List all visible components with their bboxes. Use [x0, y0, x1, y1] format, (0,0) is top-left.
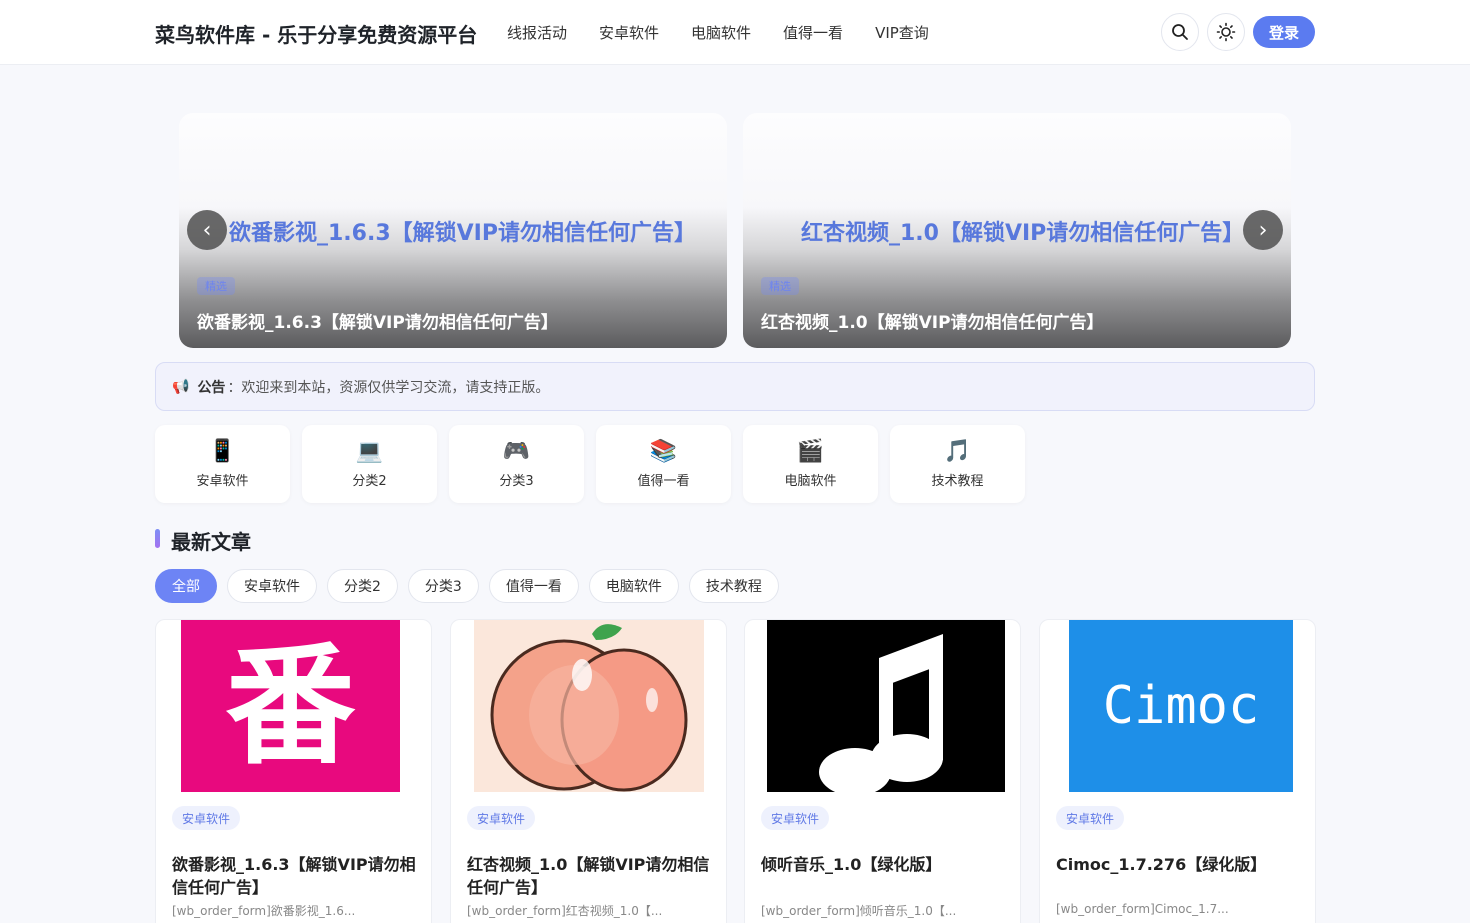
article-thumbnail — [767, 620, 1005, 796]
article-excerpt: [wb_order_form]倾听音乐_1.0【... — [761, 904, 957, 918]
article-excerpt: [wb_order_form]欲番影视_1.6... — [172, 904, 356, 918]
article-thumbnail: 番 — [181, 620, 400, 792]
search-icon — [1172, 24, 1188, 40]
article-card[interactable]: 安卓软件 红杏视频_1.0【解锁VIP请勿相信任何广告】 [wb_order_f… — [450, 619, 727, 923]
carousel-next-button[interactable]: › — [1243, 210, 1283, 250]
category-name: 安卓软件 — [196, 473, 249, 489]
article-title[interactable]: 红杏视频_1.0【解锁VIP请勿相信任何广告】 — [467, 853, 713, 899]
carousel-prev-button[interactable]: ‹ — [187, 210, 227, 250]
megaphone-icon: 📢 — [172, 378, 190, 395]
announcement-bar: 📢 公告 ：欢迎来到本站，资源仅供学习交流，请支持正版。 — [155, 362, 1315, 411]
category-name: 电脑软件 — [784, 473, 837, 489]
article-category-tag[interactable]: 安卓软件 — [761, 806, 830, 830]
phone-icon: 📱 — [208, 438, 237, 464]
announcement-text: ：欢迎来到本站，资源仅供学习交流，请支持正版。 — [227, 379, 550, 396]
tab-cat3[interactable]: 分类3 — [407, 569, 479, 603]
tab-pc[interactable]: 电脑软件 — [588, 569, 679, 603]
slide-headline: 红杏视频_1.0【解锁VIP请勿相信任何广告】 — [801, 221, 1245, 246]
music-note-icon — [819, 634, 943, 796]
category-grid: 📱 安卓软件 💻 分类2 🎮 分类3 📚 值得一看 🎬 电脑软件 🎵 技术教程 — [155, 425, 1025, 503]
article-category-tag[interactable]: 安卓软件 — [467, 806, 536, 830]
books-icon: 📚 — [649, 438, 678, 464]
article-thumbnail: Cimoc — [1069, 620, 1293, 792]
category-card-android[interactable]: 📱 安卓软件 — [155, 425, 290, 503]
carousel-slide[interactable]: 红杏视频_1.0【解锁VIP请勿相信任何广告】 精选 红杏视频_1.0【解锁VI… — [743, 113, 1291, 348]
site-title[interactable]: 菜鸟软件库 - 乐于分享免费资源平台 — [155, 19, 477, 48]
tab-worth-seeing[interactable]: 值得一看 — [488, 569, 579, 603]
slide-tag: 精选 — [197, 277, 235, 295]
nav-item-worth-seeing[interactable]: 值得一看 — [783, 22, 843, 43]
article-card[interactable]: 番 安卓软件 欲番影视_1.6.3【解锁VIP请勿相信任何广告】 [wb_ord… — [155, 619, 432, 923]
filter-tabs: 全部 安卓软件 分类2 分类3 值得一看 电脑软件 技术教程 — [155, 569, 779, 603]
article-category-tag[interactable]: 安卓软件 — [172, 806, 241, 830]
gamepad-icon: 🎮 — [502, 438, 531, 464]
article-excerpt: [wb_order_form]红杏视频_1.0【... — [467, 904, 663, 918]
main-nav: 线报活动 安卓软件 电脑软件 值得一看 VIP查询 — [507, 22, 929, 43]
category-name: 技术教程 — [931, 473, 984, 489]
clapperboard-icon: 🎬 — [796, 438, 825, 464]
article-card[interactable]: 安卓软件 倾听音乐_1.0【绿化版】 [wb_order_form]倾听音乐_1… — [744, 619, 1021, 923]
tab-android[interactable]: 安卓软件 — [227, 569, 317, 603]
tab-tutorials[interactable]: 技术教程 — [688, 569, 779, 603]
article-card[interactable]: Cimoc 安卓软件 Cimoc_1.7.276【绿化版】 [wb_order_… — [1039, 619, 1316, 923]
article-title[interactable]: 欲番影视_1.6.3【解锁VIP请勿相信任何广告】 — [172, 853, 418, 899]
category-card-pc[interactable]: 🎬 电脑软件 — [743, 425, 878, 503]
category-name: 分类3 — [499, 473, 534, 489]
tab-all[interactable]: 全部 — [155, 569, 217, 603]
tab-cat2[interactable]: 分类2 — [327, 569, 398, 603]
peach-icon — [490, 624, 688, 792]
site-header: 菜鸟软件库 - 乐于分享免费资源平台 线报活动 安卓软件 电脑软件 值得一看 V… — [0, 0, 1470, 65]
slide-caption: 欲番影视_1.6.3【解锁VIP请勿相信任何广告】 — [197, 313, 558, 333]
category-name: 分类2 — [352, 473, 387, 489]
carousel-slide[interactable]: 欲番影视_1.6.3【解锁VIP请勿相信任何广告】 精选 欲番影视_1.6.3【… — [179, 113, 727, 348]
announcement-label: 公告 — [197, 379, 226, 396]
article-category-tag[interactable]: 安卓软件 — [1056, 806, 1125, 830]
music-note-icon: 🎵 — [943, 438, 972, 464]
category-name: 值得一看 — [637, 473, 690, 489]
article-title[interactable]: 倾听音乐_1.0【绿化版】 — [761, 853, 1007, 876]
slide-tag: 精选 — [761, 277, 799, 295]
sun-icon — [1216, 22, 1236, 42]
login-button[interactable]: 登录 — [1253, 16, 1315, 48]
article-excerpt: [wb_order_form]Cimoc_1.7... — [1056, 902, 1229, 916]
article-thumbnail — [474, 620, 704, 792]
section-accent-bar — [155, 529, 160, 548]
category-card-cat2[interactable]: 💻 分类2 — [302, 425, 437, 503]
nav-item-android[interactable]: 安卓软件 — [599, 22, 659, 43]
category-card-cat3[interactable]: 🎮 分类3 — [449, 425, 584, 503]
thumbnail-glyph: 番 — [225, 630, 356, 782]
theme-toggle-button[interactable] — [1207, 13, 1245, 51]
nav-item-deals[interactable]: 线报活动 — [507, 22, 567, 43]
thumbnail-logo-text: Cimoc — [1102, 676, 1260, 736]
article-title[interactable]: Cimoc_1.7.276【绿化版】 — [1056, 853, 1302, 876]
laptop-icon: 💻 — [355, 438, 384, 464]
section-title: 最新文章 — [171, 530, 251, 554]
category-card-worth-seeing[interactable]: 📚 值得一看 — [596, 425, 731, 503]
nav-item-vip-query[interactable]: VIP查询 — [875, 22, 929, 43]
slide-caption: 红杏视频_1.0【解锁VIP请勿相信任何广告】 — [761, 313, 1104, 333]
slide-headline: 欲番影视_1.6.3【解锁VIP请勿相信任何广告】 — [229, 221, 696, 246]
category-card-tutorials[interactable]: 🎵 技术教程 — [890, 425, 1025, 503]
search-button[interactable] — [1161, 13, 1199, 51]
nav-item-pc[interactable]: 电脑软件 — [691, 22, 751, 43]
